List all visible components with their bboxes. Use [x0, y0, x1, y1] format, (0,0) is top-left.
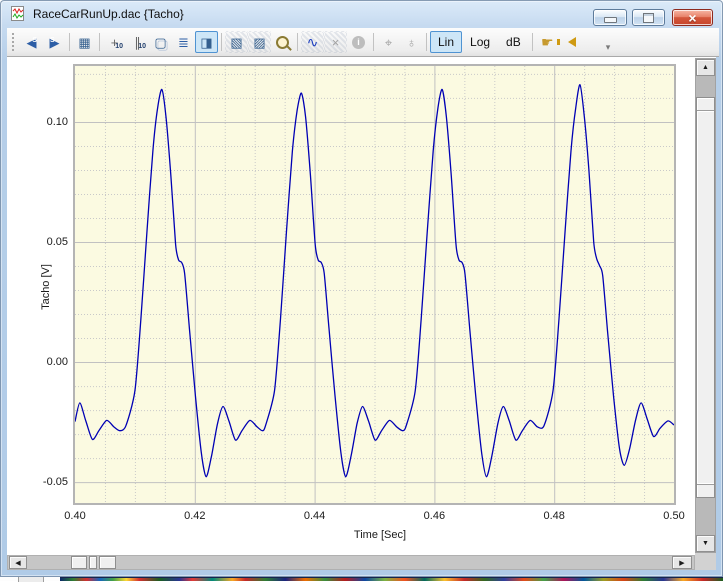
- toolbar-separator: [69, 33, 70, 51]
- scale-lin-button[interactable]: Lin: [430, 31, 462, 53]
- plot-canvas[interactable]: [75, 66, 674, 503]
- zoom-fit-icon: ▧: [230, 36, 242, 49]
- x-tick-label: 0.50: [654, 510, 694, 523]
- single-pane-button[interactable]: ◨: [195, 31, 218, 53]
- sine-wave-icon: ∿: [307, 35, 319, 49]
- y-tick-label: 0.10: [18, 116, 68, 129]
- marker-target-icon: ⌖: [385, 36, 392, 49]
- pointing-hand-icon: ☛: [541, 35, 554, 49]
- close-icon: ×: [688, 11, 696, 25]
- icon-sub-label: 10: [115, 43, 123, 50]
- minimize-icon: [604, 17, 617, 23]
- speaker-icon: [568, 37, 576, 47]
- scroll-down-button[interactable]: ▼: [696, 535, 715, 552]
- cascade-panes-button[interactable]: ▢: [149, 31, 172, 53]
- title-bar[interactable]: RaceCarRunUp.dac {Tacho} ×: [0, 0, 723, 28]
- magnifier-icon: [276, 36, 289, 49]
- zoom-area-button[interactable]: ▨: [248, 31, 271, 53]
- marker-target-button[interactable]: ⌖: [377, 31, 400, 53]
- window-title: RaceCarRunUp.dac {Tacho}: [33, 0, 184, 28]
- toolbar-separator: [99, 33, 100, 51]
- document-window: RaceCarRunUp.dac {Tacho} × ◀S▶S▦+10∥10▢≣…: [0, 0, 723, 577]
- scroll-left-button[interactable]: ◀: [9, 556, 27, 569]
- close-button[interactable]: ×: [672, 9, 713, 26]
- scale-db-button[interactable]: dB: [498, 31, 529, 53]
- x-cursor-button[interactable]: +10: [103, 31, 126, 53]
- scale-log-button[interactable]: Log: [462, 31, 498, 53]
- icon-sub-label: S: [50, 37, 55, 44]
- vertical-scrollbar[interactable]: ▲ ▼: [695, 58, 716, 553]
- y-tick-label: -0.05: [18, 476, 68, 489]
- minimize-button[interactable]: [593, 9, 627, 26]
- hscroll-thumb[interactable]: [89, 556, 97, 569]
- x-axis-label: Time [Sec]: [354, 529, 406, 541]
- toolbar: ◀S▶S ▦ +10∥10 ▢ ≣ ◨ ▧ ▨ ∿ × i ⌖ ♁ LinLogdB ☛ ▾: [7, 28, 719, 57]
- scrollbar-corner: [695, 553, 716, 570]
- y-tick-label: 0.05: [18, 236, 68, 249]
- hscroll-right-handle[interactable]: [99, 556, 116, 569]
- x-tick-label: 0.48: [534, 510, 574, 523]
- toolbar-separator: [221, 33, 222, 51]
- export-hand-button[interactable]: ☛: [536, 31, 559, 53]
- zoom-area-icon: ▨: [253, 36, 265, 49]
- restore-icon: [643, 13, 654, 23]
- background-spectrogram-strip: [60, 577, 723, 581]
- marker-anchor-icon: ♁: [407, 36, 417, 49]
- toolbar-separator: [532, 33, 533, 51]
- grid-toggle-button[interactable]: ≣: [172, 31, 195, 53]
- marker-anchor-button[interactable]: ♁: [400, 31, 423, 53]
- vertical-scroll-thumb[interactable]: [696, 97, 715, 498]
- data-table-button[interactable]: ▦: [73, 31, 96, 53]
- toolbar-overflow-button: ▾: [606, 42, 611, 56]
- y-tick-label: 0.00: [18, 356, 68, 369]
- scroll-up-button[interactable]: ▲: [696, 59, 715, 76]
- thumb-bottom-handle[interactable]: [697, 484, 714, 485]
- play-audio-button[interactable]: [559, 31, 582, 53]
- screen: RaceCarRunUp.dac {Tacho} × ◀S▶S▦+10∥10▢≣…: [0, 0, 723, 581]
- document-waveform-icon: [10, 6, 26, 22]
- restore-button[interactable]: [632, 9, 665, 26]
- x-tick-label: 0.40: [55, 510, 95, 523]
- plot-area: [73, 64, 676, 505]
- signal-wave-button[interactable]: ∿: [301, 31, 324, 53]
- hscroll-left-handle[interactable]: [71, 556, 87, 569]
- icon-sub-label: 10: [138, 43, 146, 50]
- toolbar-separator: [426, 33, 427, 51]
- y-axis-label: Tacho [V]: [40, 264, 52, 310]
- icon-sub-label: S: [32, 37, 37, 44]
- horizontal-scrollbar[interactable]: ◀ ▶: [7, 555, 695, 570]
- info-button[interactable]: i: [347, 31, 370, 53]
- zoom-button[interactable]: [271, 31, 294, 53]
- delete-x-icon: ×: [332, 36, 340, 49]
- zoom-fit-button[interactable]: ▧: [225, 31, 248, 53]
- toolbar-separator: [373, 33, 374, 51]
- scroll-right-button[interactable]: ▶: [672, 556, 692, 569]
- data-table-icon: ▦: [78, 36, 90, 49]
- thumb-top-handle[interactable]: [697, 110, 714, 111]
- x-tick-label: 0.46: [414, 510, 454, 523]
- delete-curve-button[interactable]: ×: [324, 31, 347, 53]
- stacked-panes-icon: ▢: [154, 36, 166, 49]
- grid-lines-icon: ≣: [178, 36, 189, 49]
- toolbar-grip: [11, 33, 15, 51]
- x-tick-label: 0.44: [295, 510, 335, 523]
- next-dataset-button[interactable]: ▶S: [43, 31, 66, 53]
- half-pane-icon: ◨: [200, 36, 212, 49]
- x-tick-label: 0.42: [175, 510, 215, 523]
- y-cursor-button[interactable]: ∥10: [126, 31, 149, 53]
- info-icon: i: [352, 36, 365, 49]
- toolbar-separator: [297, 33, 298, 51]
- prev-dataset-button[interactable]: ◀S: [20, 31, 43, 53]
